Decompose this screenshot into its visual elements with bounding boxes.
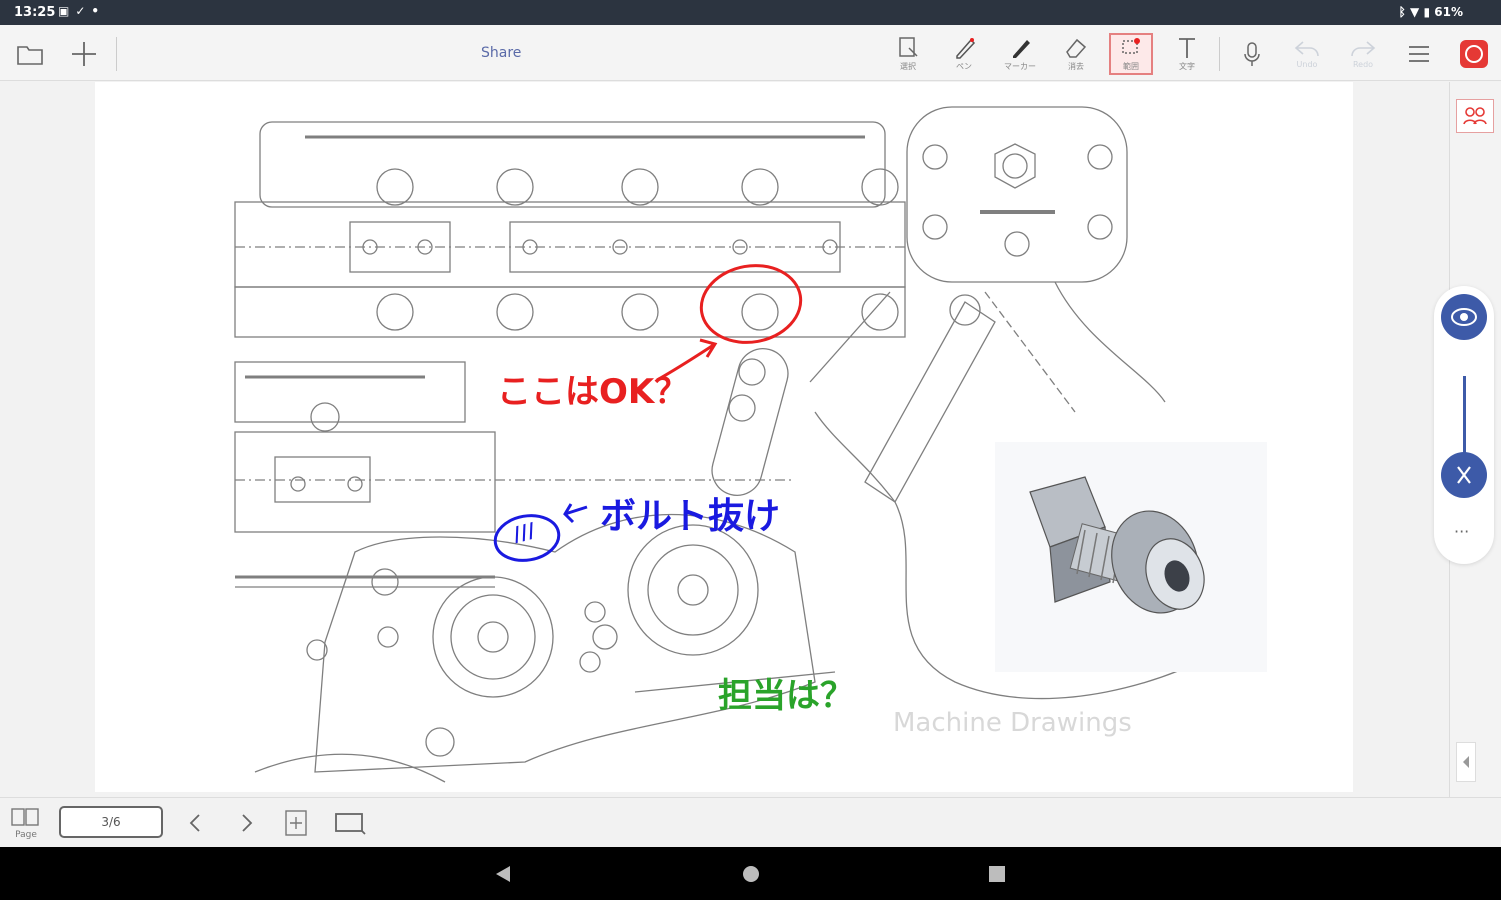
eye-icon — [1451, 308, 1477, 326]
previous-page-button[interactable] — [184, 810, 208, 840]
battery-level: 61% — [1434, 5, 1463, 19]
home-circle-icon — [743, 866, 759, 882]
back-button[interactable] — [492, 863, 514, 889]
pages-label: Page — [15, 830, 37, 840]
pen-icon — [956, 38, 976, 59]
recents-button[interactable] — [986, 863, 1008, 889]
lasso-icon — [1122, 38, 1140, 54]
record-button[interactable] — [1452, 33, 1496, 75]
record-icon — [1460, 40, 1488, 68]
share-button[interactable]: Share — [481, 45, 521, 61]
mic-button[interactable] — [1230, 33, 1274, 75]
home-button[interactable] — [740, 863, 762, 889]
bottom-bar: Page 3/6 — [0, 797, 1501, 847]
annotation-blue[interactable]: ボルト抜け — [600, 487, 780, 539]
redo-label: Redo — [1352, 60, 1374, 69]
chevron-left-icon — [1463, 756, 1469, 768]
chevron-right-icon — [242, 814, 253, 832]
next-page-button[interactable] — [234, 810, 258, 840]
bolt-photo — [995, 442, 1267, 672]
text-tool-button[interactable]: 文字 — [1165, 33, 1209, 75]
status-notification-icons: ▣✓• — [58, 4, 105, 18]
lasso-tool-label: 範囲 — [1123, 62, 1139, 71]
battery-icon: ▮ — [1423, 5, 1431, 19]
eraser-tool-button[interactable]: 消去 — [1054, 33, 1098, 75]
select-icon — [899, 37, 918, 57]
main-toolbar: Share 選択 ペン マーカー 消去 範囲 文字 Undo Redo — [0, 25, 1501, 81]
more-options-icon[interactable]: ··· — [1454, 522, 1469, 541]
status-right: ᛒ ▼ ▮ 61% — [1399, 5, 1463, 19]
pen-tool-button[interactable]: ペン — [942, 33, 986, 75]
select-tool-button[interactable]: 選択 — [886, 33, 930, 75]
toolbar-divider — [1219, 37, 1220, 71]
message-icon: ▣ — [58, 4, 76, 18]
watermark: Machine Drawings — [893, 708, 1132, 738]
undo-label: Undo — [1296, 60, 1318, 69]
add-page-icon — [285, 810, 307, 836]
page-indicator-box[interactable]: 3/6 — [59, 806, 163, 838]
add-button[interactable] — [62, 33, 106, 75]
marker-icon — [1013, 40, 1030, 58]
pen-tool-label: ペン — [956, 62, 972, 71]
chevron-left-icon — [189, 814, 200, 832]
hamburger-menu-icon — [1409, 46, 1429, 62]
right-side-panel: ··· — [1434, 82, 1501, 798]
marker-tool-label: マーカー — [1004, 62, 1036, 71]
cursor-icon — [1457, 466, 1471, 484]
marker-tool-button[interactable]: マーカー — [998, 33, 1042, 75]
wifi-icon: ▼ — [1410, 5, 1420, 19]
zoom-slider-handle[interactable] — [1441, 452, 1487, 498]
add-page-button[interactable] — [283, 809, 309, 841]
eraser-icon — [1066, 38, 1087, 58]
system-nav-bar — [0, 847, 1501, 900]
annotation-green[interactable]: 担当は？ — [718, 668, 854, 717]
plus-icon — [72, 42, 96, 66]
lasso-tool-button[interactable]: 範囲 — [1109, 33, 1153, 75]
page-indicator: 3/6 — [101, 815, 121, 829]
people-icon — [1463, 107, 1487, 125]
dot-icon: • — [91, 4, 106, 18]
fit-screen-icon — [335, 813, 366, 835]
zoom-control: ··· — [1434, 286, 1494, 564]
pages-icon — [11, 808, 39, 826]
drawing-canvas[interactable]: ここはOK？ /// ボルト抜け 担当は？ Machine Drawings — [95, 82, 1353, 792]
redo-icon — [1351, 41, 1376, 57]
recents-square-icon — [989, 866, 1005, 882]
collapse-panel-button[interactable] — [1456, 742, 1476, 782]
undo-button[interactable]: Undo — [1285, 33, 1329, 75]
undo-icon — [1294, 41, 1319, 57]
pages-button[interactable]: Page — [8, 806, 44, 840]
status-bar: 13:25 ▣✓• ᛒ ▼ ▮ 61% — [0, 0, 1501, 25]
check-icon: ✓ — [75, 4, 92, 18]
zoom-slider-track[interactable] — [1463, 376, 1466, 456]
participants-button[interactable] — [1456, 99, 1494, 133]
annotation-red[interactable]: ここはOK？ — [497, 364, 688, 413]
text-tool-label: 文字 — [1179, 62, 1195, 71]
eraser-tool-label: 消去 — [1068, 62, 1084, 71]
menu-button[interactable] — [1397, 33, 1441, 75]
status-time: 13:25 — [14, 5, 56, 20]
view-toggle-button[interactable] — [1441, 294, 1487, 340]
back-triangle-icon — [496, 866, 510, 882]
folder-icon — [17, 46, 43, 65]
bluetooth-icon: ᛒ — [1398, 5, 1406, 19]
select-tool-label: 選択 — [900, 62, 916, 71]
microphone-icon — [1244, 42, 1260, 66]
text-icon — [1179, 38, 1195, 58]
redo-button[interactable]: Redo — [1341, 33, 1385, 75]
toolbar-divider — [116, 37, 117, 71]
fit-page-button[interactable] — [333, 811, 367, 839]
folder-button[interactable] — [8, 33, 52, 75]
